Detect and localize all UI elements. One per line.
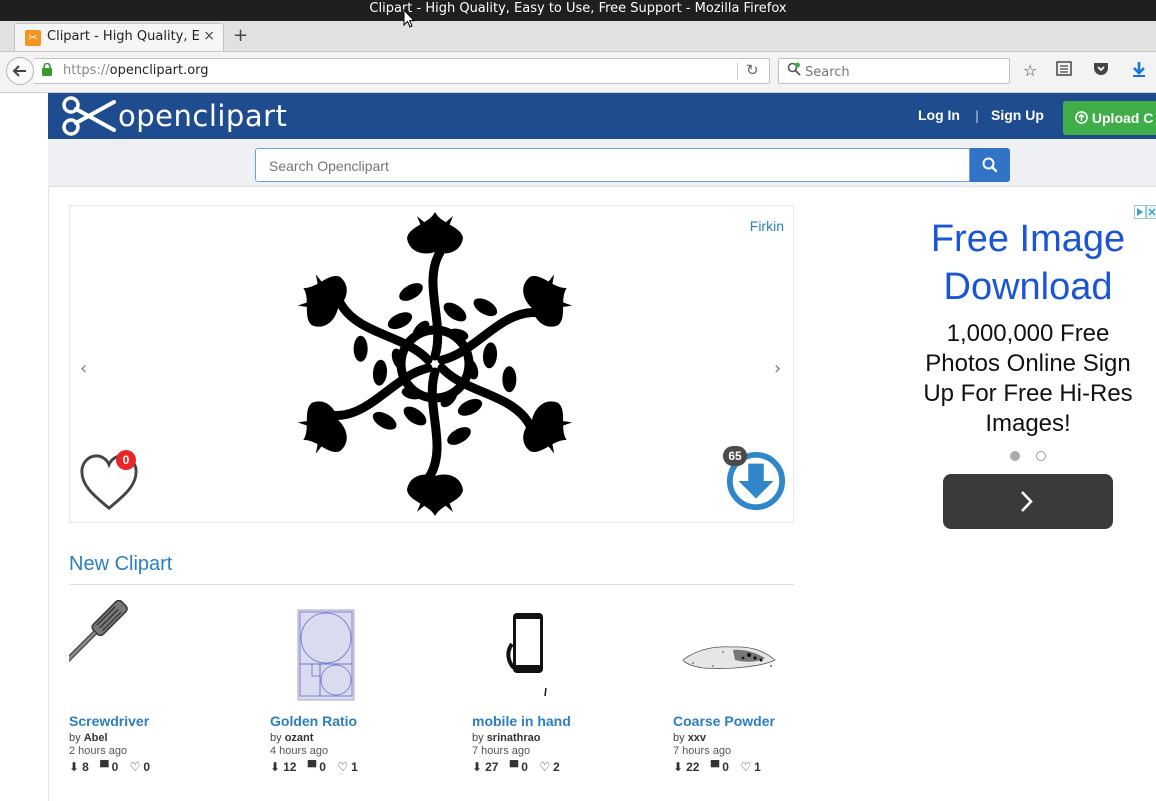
heart-outline-icon: ♡ [539, 760, 551, 774]
mobile-in-hand-thumbnail[interactable] [472, 600, 592, 705]
navigation-toolbar: https://openclipart.org ↻ ☆ [0, 52, 1156, 93]
heart-outline-icon: ♡ [337, 760, 349, 774]
tab-strip: ✂ Clipart - High Quality, E... × + [0, 21, 1156, 52]
comment-icon: ▀ [100, 760, 109, 774]
site-search-input[interactable] [267, 155, 961, 177]
browser-search-bar[interactable] [778, 58, 1010, 84]
new-clipart-heading[interactable]: New Clipart [69, 553, 172, 576]
golden-ratio-thumbnail[interactable] [270, 600, 390, 705]
clipart-title-link[interactable]: Coarse Powder [673, 713, 775, 729]
comment-icon: ▀ [509, 760, 519, 774]
window-titlebar: Clipart - High Quality, Easy to Use, Fre… [0, 0, 1156, 21]
heart-outline-icon: ♡ [740, 760, 752, 774]
clipart-byline: by srinathrao [472, 732, 541, 744]
ad-pager-dot-active[interactable] [1010, 451, 1020, 461]
site-header: openclipart Log In | Sign Up Upload C [48, 93, 1156, 139]
clipart-byline: by ozant [270, 732, 314, 744]
signup-link[interactable]: Sign Up [991, 107, 1044, 123]
clipart-timestamp: 2 hours ago [69, 745, 128, 757]
favorite-button[interactable]: 0 [78, 450, 142, 516]
download-count-icon: ⬇ [270, 760, 281, 774]
coarse-powder-thumbnail[interactable] [673, 600, 793, 705]
download-count-icon: ⬇ [673, 760, 684, 774]
clipart-title-link[interactable]: Screwdriver [69, 713, 149, 729]
clipart-card: Screwdriver by Abel 2 hours ago ⬇ 8 ▀ 0 ♡ 0 [69, 600, 259, 780]
clipart-author-link[interactable]: ozant [285, 732, 314, 744]
arrow-left-icon [12, 65, 26, 77]
download-button[interactable]: 65 [723, 446, 789, 514]
upload-arrow-icon [1075, 110, 1092, 126]
heart-outline-icon: ♡ [129, 760, 141, 774]
clipart-byline: by xxv [673, 732, 707, 744]
screwdriver-thumbnail[interactable] [69, 600, 189, 705]
download-count-icon: ⬇ [472, 760, 483, 774]
upload-clipart-button[interactable]: Upload C [1063, 101, 1156, 135]
clipart-stats: ⬇ 12 ▀ 0 ♡ 1 [270, 760, 358, 774]
featured-author-link[interactable]: Firkin [750, 218, 784, 234]
ad-next-button[interactable] [943, 474, 1113, 529]
clipart-timestamp: 7 hours ago [673, 745, 732, 757]
scissors-icon [62, 96, 116, 136]
tab-title: Clipart - High Quality, E... [47, 29, 199, 44]
clipart-stats: ⬇ 27 ▀ 0 ♡ 2 [472, 760, 560, 774]
url-text: https://openclipart.org [63, 63, 209, 78]
clipart-author-link[interactable]: srinathrao [487, 732, 541, 744]
url-separator [737, 62, 738, 80]
comment-icon: ▀ [710, 760, 720, 774]
advertisement[interactable]: Free Image Download 1,000,000 Free Photo… [900, 205, 1156, 545]
tab-close-icon[interactable]: × [203, 28, 215, 44]
back-button[interactable] [6, 57, 34, 85]
downloads-count-badge: 65 [723, 446, 747, 466]
bookmark-star-icon[interactable]: ☆ [1023, 61, 1037, 80]
site-search-band [48, 139, 1156, 187]
favorites-count-badge: 0 [116, 450, 136, 470]
site-search-field[interactable] [255, 148, 970, 182]
clipart-title-link[interactable]: Golden Ratio [270, 713, 357, 729]
featured-clipart-carousel: Firkin ‹ › 0 65 [69, 205, 794, 523]
reading-list-icon[interactable] [1056, 61, 1072, 80]
url-bar[interactable]: https://openclipart.org ↻ [34, 58, 770, 84]
featured-clipart-image[interactable] [290, 212, 580, 517]
clipart-card: Golden Ratio by ozant 4 hours ago ⬇ 12 ▀ 0… [270, 600, 460, 780]
search-icon [982, 157, 998, 173]
carousel-prev-icon[interactable]: ‹ [80, 358, 87, 379]
clipart-author-link[interactable]: xxv [688, 732, 706, 744]
logo-wordmark: openclipart [118, 99, 288, 133]
pocket-icon[interactable] [1093, 61, 1109, 80]
clipart-stats: ⬇ 22 ▀ 0 ♡ 1 [673, 760, 761, 774]
search-engine-icon[interactable] [787, 62, 801, 80]
login-link[interactable]: Log In [918, 107, 960, 123]
carousel-next-icon[interactable]: › [774, 358, 781, 379]
header-divider: | [975, 109, 980, 123]
section-divider [69, 584, 794, 585]
downloads-icon[interactable] [1131, 61, 1147, 81]
scissors-favicon-icon: ✂ [25, 30, 41, 46]
clipart-title-link[interactable]: mobile in hand [472, 713, 571, 729]
window-title: Clipart - High Quality, Easy to Use, Fre… [369, 1, 787, 16]
reload-icon[interactable]: ↻ [746, 61, 759, 79]
clipart-timestamp: 7 hours ago [472, 745, 531, 757]
chevron-right-icon [1021, 491, 1033, 512]
ad-headline[interactable]: Free Image Download [900, 215, 1156, 311]
clipart-byline: by Abel [69, 732, 108, 744]
page-left-border [48, 93, 49, 801]
site-search-button[interactable] [970, 148, 1010, 182]
comment-icon: ▀ [307, 760, 317, 774]
ad-body-text: 1,000,000 Free Photos Online Sign Up For… [923, 320, 1133, 437]
browser-tab[interactable]: ✂ Clipart - High Quality, E... × [14, 23, 224, 51]
new-tab-button[interactable]: + [233, 25, 248, 46]
clipart-author-link[interactable]: Abel [84, 732, 108, 744]
mouse-cursor-icon [403, 9, 415, 28]
ad-pager-dot[interactable] [1036, 451, 1046, 461]
clipart-stats: ⬇ 8 ▀ 0 ♡ 0 [69, 760, 151, 774]
clipart-card: mobile in hand by srinathrao 7 hours ago… [472, 600, 662, 780]
clipart-card: Coarse Powder by xxv 7 hours ago ⬇ 22 ▀ 0 … [673, 600, 863, 780]
lock-icon [42, 62, 52, 79]
browser-search-input[interactable] [803, 61, 1007, 83]
upload-button-label: Upload C [1091, 110, 1154, 126]
clipart-timestamp: 4 hours ago [270, 745, 329, 757]
download-count-icon: ⬇ [69, 760, 80, 774]
